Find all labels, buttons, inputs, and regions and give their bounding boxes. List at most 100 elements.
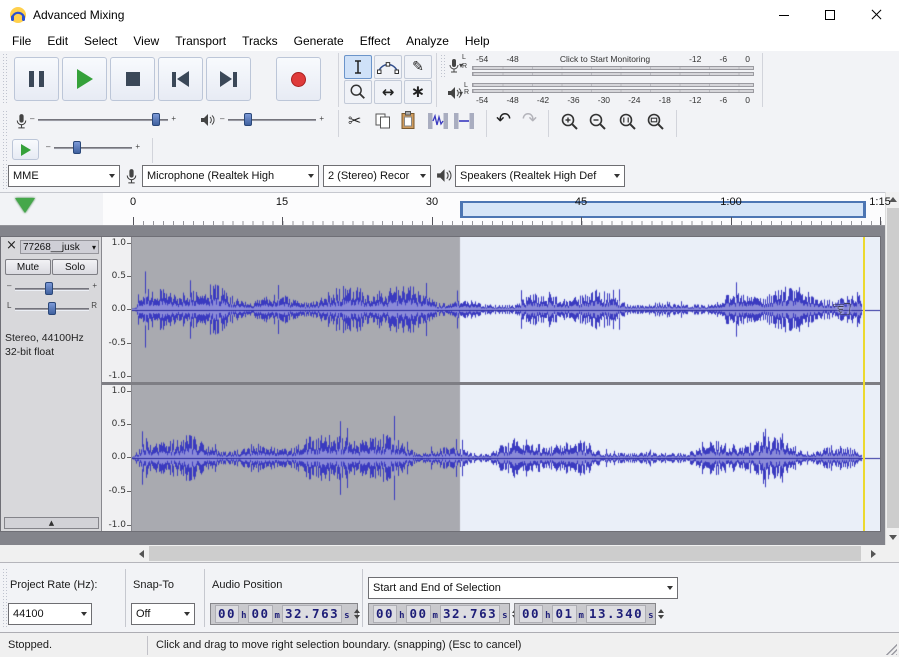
draw-tool-button[interactable]: ✎ <box>404 55 432 79</box>
redo-button[interactable]: ↷ <box>522 109 537 130</box>
skip-end-button[interactable] <box>206 57 251 101</box>
zoom-in-button[interactable] <box>560 112 580 132</box>
play-speed-slider[interactable]: – + <box>46 140 140 156</box>
track-close-button[interactable]: × <box>6 238 17 253</box>
menu-help[interactable]: Help <box>457 31 498 51</box>
menu-effect[interactable]: Effect <box>352 31 398 51</box>
skip-start-button[interactable] <box>158 57 203 101</box>
pause-button[interactable] <box>14 57 59 101</box>
selection-end-display[interactable]: 00 h 01 m 13.340 s <box>514 603 656 625</box>
maximize-button[interactable] <box>807 0 853 30</box>
vscroll-thumb[interactable] <box>887 208 899 528</box>
spinner-icon[interactable] <box>658 609 664 619</box>
selection-start-display[interactable]: 00 h 00 m 32.763 s <box>368 603 510 625</box>
scroll-down-button[interactable] <box>886 530 899 545</box>
horizontal-scrollbar[interactable] <box>133 545 881 562</box>
play-speed-toolbar-grip[interactable] <box>3 139 8 162</box>
track-pan-slider[interactable]: L R <box>7 301 97 317</box>
resize-grip[interactable] <box>885 643 897 655</box>
trim-outside-button[interactable] <box>428 113 448 129</box>
recording-meter-toolbar[interactable]: ▾ L R -54 -48 -42 -36 -30 -24 -18 -12 -6… <box>441 53 759 79</box>
minutes-value[interactable]: 00 <box>248 605 272 623</box>
monitor-hint[interactable]: Click to Start Monitoring <box>525 53 685 65</box>
seconds-value[interactable]: 32.763 <box>440 605 500 623</box>
slider-thumb[interactable] <box>244 113 252 126</box>
slider-thumb[interactable] <box>73 141 81 154</box>
menu-select[interactable]: Select <box>76 31 125 51</box>
hscroll-thumb[interactable] <box>149 546 861 561</box>
seconds-value[interactable]: 13.340 <box>586 605 646 623</box>
menu-tracks[interactable]: Tracks <box>234 31 286 51</box>
paste-button[interactable] <box>400 111 416 130</box>
track-collapse-button[interactable]: ▲ <box>4 517 99 529</box>
recording-volume-slider[interactable]: – + <box>30 112 176 128</box>
menu-edit[interactable]: Edit <box>39 31 76 51</box>
slider-thumb[interactable] <box>48 302 56 315</box>
audio-position-display[interactable]: 00 h 00 m 32.763 s <box>210 603 358 625</box>
solo-button[interactable]: Solo <box>52 259 98 275</box>
vertical-scrollbar[interactable] <box>885 192 899 545</box>
playback-device-select[interactable]: Speakers (Realtek High Def <box>455 165 625 187</box>
snap-to-select[interactable]: Off <box>131 603 195 625</box>
recording-device-select[interactable]: Microphone (Realtek High <box>142 165 319 187</box>
spinner-icon[interactable] <box>354 609 360 619</box>
recording-meter-grip[interactable] <box>441 55 446 77</box>
tracks-area[interactable]: × 77268__jusk ▾ Mute Solo – + L R <box>0 226 885 545</box>
selection-end-grip[interactable] <box>863 203 866 216</box>
record-button[interactable] <box>276 57 321 101</box>
timeline-ruler[interactable]: 0 15 30 45 1:00 1:15 <box>103 192 899 226</box>
play-at-speed-button[interactable] <box>12 139 39 160</box>
scroll-left-button[interactable] <box>133 545 149 562</box>
minutes-value[interactable]: 01 <box>552 605 576 623</box>
track-name-menu[interactable]: 77268__jusk ▾ <box>20 240 99 254</box>
chevron-down-icon <box>81 612 87 616</box>
zoom-out-button[interactable] <box>588 112 608 132</box>
playback-volume-slider[interactable]: – + <box>220 112 324 128</box>
envelope-tool-button[interactable] <box>374 55 402 79</box>
timeline-selection[interactable] <box>460 201 866 218</box>
hours-value[interactable]: 00 <box>215 605 239 623</box>
hours-value[interactable]: 00 <box>519 605 543 623</box>
menu-generate[interactable]: Generate <box>286 31 352 51</box>
track-gain-slider[interactable]: – + <box>7 281 97 297</box>
recording-channels-select[interactable]: 2 (Stereo) Recor <box>323 165 431 187</box>
playback-meter-toolbar[interactable]: ▾ L R -54 -48 -42 -36 -30 -24 -18 -12 -6… <box>441 80 759 107</box>
selection-start-grip[interactable] <box>460 203 463 216</box>
minutes-value[interactable]: 00 <box>406 605 430 623</box>
play-button[interactable] <box>62 57 107 101</box>
slider-thumb[interactable] <box>152 113 160 126</box>
ruler-value: 0.5 <box>112 419 126 429</box>
seconds-value[interactable]: 32.763 <box>282 605 342 623</box>
close-button[interactable] <box>853 0 899 30</box>
project-rate-select[interactable]: 44100 <box>8 603 92 625</box>
copy-button[interactable] <box>374 113 392 129</box>
transport-toolbar-grip[interactable] <box>3 54 8 104</box>
track-control-panel[interactable]: × 77268__jusk ▾ Mute Solo – + L R <box>1 237 102 531</box>
selection-mode-select[interactable]: Start and End of Selection <box>368 577 678 599</box>
scroll-right-button[interactable] <box>865 545 881 562</box>
slider-thumb[interactable] <box>45 282 53 295</box>
menu-analyze[interactable]: Analyze <box>398 31 457 51</box>
audio-host-select[interactable]: MME <box>8 165 120 187</box>
waveform-channel-1[interactable] <box>132 237 880 382</box>
mute-button[interactable]: Mute <box>5 259 51 275</box>
mixer-toolbar-grip[interactable] <box>3 111 8 136</box>
hours-value[interactable]: 00 <box>373 605 397 623</box>
menu-file[interactable]: File <box>4 31 39 51</box>
menu-view[interactable]: View <box>125 31 167 51</box>
cut-button[interactable]: ✂ <box>348 111 361 130</box>
slider-plus-label: + <box>171 114 176 123</box>
fit-selection-button[interactable] <box>618 112 638 132</box>
stop-button[interactable] <box>110 57 155 101</box>
timeshift-tool-button[interactable]: ↔ <box>374 80 402 104</box>
quick-play-pin-icon[interactable] <box>15 198 35 213</box>
fit-project-button[interactable] <box>646 112 666 132</box>
silence-audio-button[interactable] <box>454 113 474 129</box>
multi-tool-button[interactable]: ∗ <box>404 80 432 104</box>
menu-transport[interactable]: Transport <box>167 31 234 51</box>
waveform-channel-2[interactable] <box>132 385 880 531</box>
minimize-button[interactable] <box>761 0 807 30</box>
selection-tool-button[interactable] <box>344 55 372 79</box>
undo-button[interactable]: ↶ <box>496 109 511 130</box>
zoom-tool-button[interactable] <box>344 80 372 104</box>
